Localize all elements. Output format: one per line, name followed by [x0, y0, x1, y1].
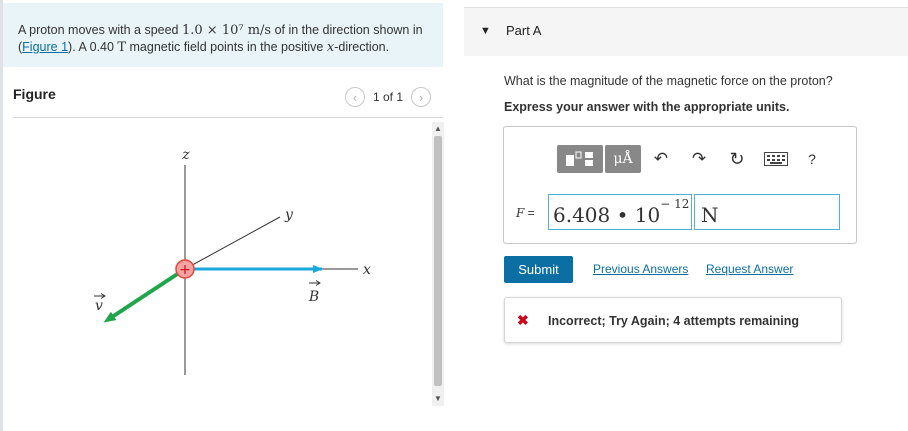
scroll-thumb[interactable]	[434, 136, 442, 386]
problem-text: A proton moves with a speed 1.0 × 10⁷ m/…	[18, 22, 438, 56]
units-button[interactable]: μÅ	[605, 145, 641, 173]
figure-title: Figure	[13, 86, 56, 102]
redo-icon[interactable]: ↷	[688, 145, 710, 173]
templates-icon	[566, 151, 593, 166]
x-axis-label: x	[363, 262, 371, 278]
answer-mantissa: 6.408 • 10	[553, 203, 661, 227]
part-title: Part A	[506, 23, 542, 38]
keyboard-icon[interactable]	[761, 145, 791, 173]
help-icon[interactable]: ?	[804, 145, 820, 173]
y-axis	[184, 216, 281, 270]
figure-scrollbar[interactable]: ▲ ▼	[432, 122, 444, 406]
figure-link[interactable]: Figure 1	[22, 40, 68, 54]
problem-text-part: ). A 0.40	[68, 40, 118, 54]
figure-pager: ‹ 1 of 1 ›	[345, 86, 432, 108]
previous-answers-link[interactable]: Previous Answers	[593, 262, 688, 276]
templates-button[interactable]	[557, 145, 603, 173]
figure-diagram: + z y x B v	[94, 147, 371, 375]
velocity-label: v	[95, 298, 103, 314]
answer-unit-input[interactable]: N	[694, 194, 840, 230]
z-axis-label: z	[181, 147, 190, 163]
request-answer-link[interactable]: Request Answer	[706, 262, 793, 276]
question-text: What is the magnitude of the magnetic fo…	[504, 74, 833, 88]
feedback-box: ✖ Incorrect; Try Again; 4 attempts remai…	[504, 297, 842, 343]
figure-divider	[13, 117, 443, 118]
scroll-up-icon[interactable]: ▲	[434, 124, 442, 133]
proton-symbol: +	[179, 262, 191, 278]
answer-box: μÅ ↶ ↷ ↻ ? F = 6.408 • 10− 12 N	[503, 126, 857, 244]
b-field-label: B	[308, 289, 319, 305]
part-header[interactable]: ▼ Part A	[464, 7, 908, 56]
submit-button[interactable]: Submit	[504, 256, 573, 283]
feedback-text: Incorrect; Try Again; 4 attempts remaini…	[548, 314, 799, 328]
answer-exponent: − 12	[660, 197, 690, 212]
problem-text-part: magnetic field points in the positive	[126, 40, 327, 54]
undo-icon[interactable]: ↶	[650, 145, 672, 173]
reset-icon[interactable]: ↻	[726, 145, 748, 173]
answer-label: F =	[516, 206, 535, 220]
field-unit: T	[117, 40, 127, 55]
chevron-left-icon[interactable]: ‹	[345, 87, 365, 107]
y-axis-label: y	[284, 207, 294, 223]
answer-value-input[interactable]: 6.408 • 10− 12	[548, 194, 692, 230]
velocity-arrow	[103, 267, 187, 323]
incorrect-x-icon: ✖	[517, 312, 529, 328]
chevron-right-icon[interactable]: ›	[411, 87, 432, 107]
problem-text-part: -direction.	[334, 40, 390, 54]
speed-value: 1.0 × 10⁷ m/s	[181, 23, 272, 38]
instruction-text: Express your answer with the appropriate…	[504, 100, 790, 114]
answer-equals: =	[524, 206, 535, 220]
caret-down-icon[interactable]: ▼	[480, 25, 491, 37]
problem-text-part: A proton moves with a speed	[18, 23, 182, 37]
pager-label: 1 of 1	[373, 90, 404, 104]
scroll-down-icon[interactable]: ▼	[434, 394, 442, 403]
problem-statement: A proton moves with a speed 1.0 × 10⁷ m/…	[3, 3, 443, 67]
